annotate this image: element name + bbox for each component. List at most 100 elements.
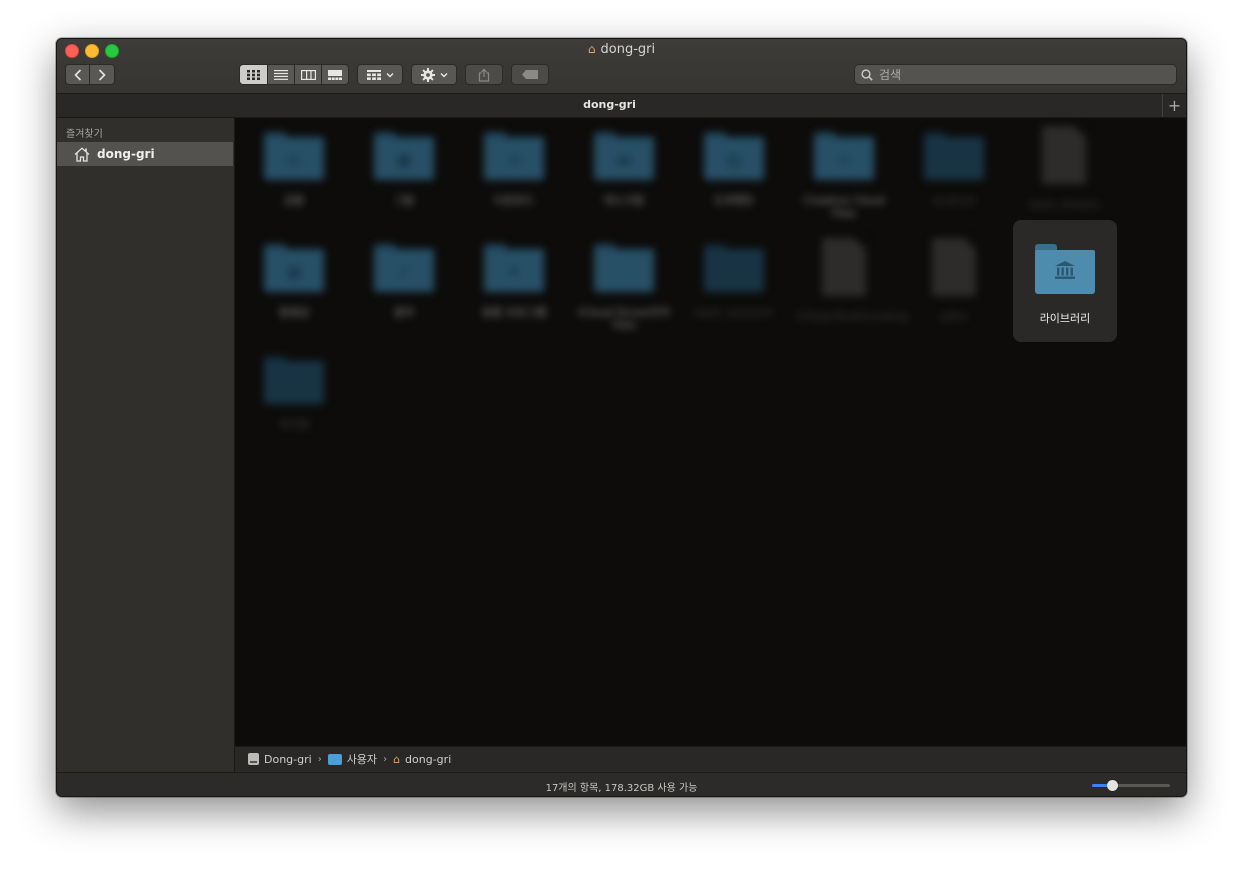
file-item[interactable]: CFUserTextEncoding	[796, 230, 909, 323]
file-name: android	[933, 194, 975, 207]
icon-view-button[interactable]	[239, 64, 268, 85]
file-name: 하이렌	[278, 418, 310, 431]
folder-icon: ♪	[374, 244, 434, 292]
folder-icon: ▤	[704, 132, 764, 180]
users-folder-icon	[327, 753, 342, 765]
window-title-text: dong-gri	[600, 42, 656, 57]
group-by-icon	[366, 69, 381, 80]
crumb-label: Dong-gri	[264, 752, 312, 766]
file-item[interactable]: iCloud Drive(아카이브)	[576, 230, 672, 332]
file-name: 음악	[393, 306, 415, 319]
home-icon	[74, 146, 90, 162]
column-view-icon	[300, 69, 316, 80]
back-forward-control	[65, 64, 115, 85]
file-item[interactable]: ∞ Creative Cloud Files	[796, 118, 892, 220]
file-item[interactable]: ▣ 그림	[356, 118, 452, 207]
search-input[interactable]	[877, 66, 1161, 83]
bank-icon	[1035, 260, 1095, 285]
chevron-left-icon	[73, 68, 81, 81]
search-icon	[861, 68, 873, 81]
tag-icon	[522, 70, 538, 79]
back-button[interactable]	[65, 64, 90, 85]
folder-icon: ▬	[594, 132, 654, 180]
share-button[interactable]	[465, 64, 503, 85]
chevron-right-icon: ›	[317, 753, 322, 765]
file-item[interactable]: android	[906, 118, 1002, 207]
file-item[interactable]: zshrc	[906, 230, 1002, 323]
file-item[interactable]: bash_sessions	[686, 230, 782, 319]
action-button[interactable]	[411, 64, 457, 85]
chevron-right-icon: ›	[383, 753, 388, 765]
path-crumb-disk[interactable]: Dong-gri	[248, 753, 312, 766]
file-name: CFUserTextEncoding	[796, 310, 909, 323]
document-icon	[932, 238, 976, 296]
file-name: 도큐멘트	[713, 194, 755, 207]
list-view-icon	[274, 69, 288, 80]
path-crumb-home[interactable]: ⌂ dong-gri	[393, 753, 451, 766]
folder-icon	[264, 356, 324, 404]
file-item[interactable]: ✕ 응용 프로그램	[466, 230, 562, 319]
file-item[interactable]: ▤ 도큐멘트	[686, 118, 782, 207]
sidebar: 즐겨찾기 dong-gri	[57, 118, 235, 772]
icon-view-icon	[247, 69, 260, 80]
file-name: 그림	[393, 194, 415, 207]
file-item-library-selected[interactable]: 라이브러리	[1013, 220, 1117, 342]
file-item[interactable]: ▦ 동영상	[246, 230, 342, 319]
share-control	[465, 64, 503, 85]
crumb-label: 사용자	[346, 753, 378, 766]
list-view-button[interactable]	[268, 64, 295, 85]
search-field[interactable]	[854, 64, 1177, 85]
tag-control	[511, 64, 549, 85]
file-name: bash_history	[1029, 198, 1099, 211]
column-view-button[interactable]	[295, 64, 322, 85]
status-bar: 17개의 항목, 178.32GB 사용 가능	[57, 772, 1186, 796]
file-item[interactable]: ◎ 공용	[246, 118, 342, 207]
folder-icon	[704, 244, 764, 292]
file-item[interactable]: ⊙ 다운로드	[466, 118, 562, 207]
folder-icon: ⊙	[484, 132, 544, 180]
document-icon	[1042, 126, 1086, 184]
icon-size-slider[interactable]	[1092, 780, 1170, 791]
file-name: Creative Cloud Files	[803, 194, 885, 220]
file-item[interactable]: bash_history	[1016, 118, 1112, 211]
tab-bar: dong-gri +	[57, 94, 1186, 118]
blurred-file-grid: ◎ 공용 ▣ 그림 ⊙ 다운로드 ▬ 데스크탑 ▤ 도큐멘트 ∞ Creativ…	[235, 118, 1186, 746]
file-name: iCloud Drive(아카이브)	[578, 306, 670, 332]
chevron-down-icon	[386, 72, 393, 77]
folder-icon	[594, 244, 654, 292]
home-icon: ⌂	[587, 42, 596, 56]
sidebar-item-home[interactable]: dong-gri	[57, 142, 233, 166]
folder-icon: ▣	[374, 132, 434, 180]
sidebar-header-favorites: 즐겨찾기	[66, 129, 103, 140]
sidebar-item-label: dong-gri	[97, 147, 155, 161]
chevron-down-icon	[440, 72, 447, 77]
tag-button[interactable]	[511, 64, 549, 85]
action-control	[411, 64, 457, 85]
document-icon	[822, 238, 866, 296]
share-icon	[478, 68, 490, 82]
tab-dong-gri[interactable]: dong-gri	[57, 98, 1162, 111]
home-icon: ⌂	[393, 752, 401, 766]
view-mode-control	[239, 64, 349, 85]
folder-icon: ∞	[814, 132, 874, 180]
folder-icon	[924, 132, 984, 180]
file-name: zshrc	[939, 310, 969, 323]
file-browser-area[interactable]: ◎ 공용 ▣ 그림 ⊙ 다운로드 ▬ 데스크탑 ▤ 도큐멘트 ∞ Creativ…	[235, 118, 1186, 746]
slider-knob[interactable]	[1106, 780, 1118, 791]
gear-icon	[420, 67, 435, 82]
path-bar: Dong-gri › 사용자 › ⌂ dong-gri	[235, 746, 1186, 771]
file-item[interactable]: 하이렌	[246, 342, 342, 431]
finder-window: ⌂ dong-gri 검색 dong-gri + 즐겨찾기 dong-gri ◎…	[56, 38, 1187, 797]
file-item[interactable]: ♪ 음악	[356, 230, 452, 319]
new-tab-button[interactable]: +	[1162, 94, 1186, 117]
file-name: 공용	[283, 194, 305, 207]
forward-button[interactable]	[90, 64, 115, 85]
file-item[interactable]: ▬ 데스크탑	[576, 118, 672, 207]
gallery-view-icon	[328, 69, 342, 80]
chevron-right-icon	[98, 68, 106, 81]
gallery-view-button[interactable]	[322, 64, 349, 85]
folder-icon: ◎	[264, 132, 324, 180]
group-by-button[interactable]	[357, 64, 403, 85]
folder-icon: ▦	[264, 244, 324, 292]
path-crumb-users[interactable]: 사용자	[327, 751, 378, 767]
